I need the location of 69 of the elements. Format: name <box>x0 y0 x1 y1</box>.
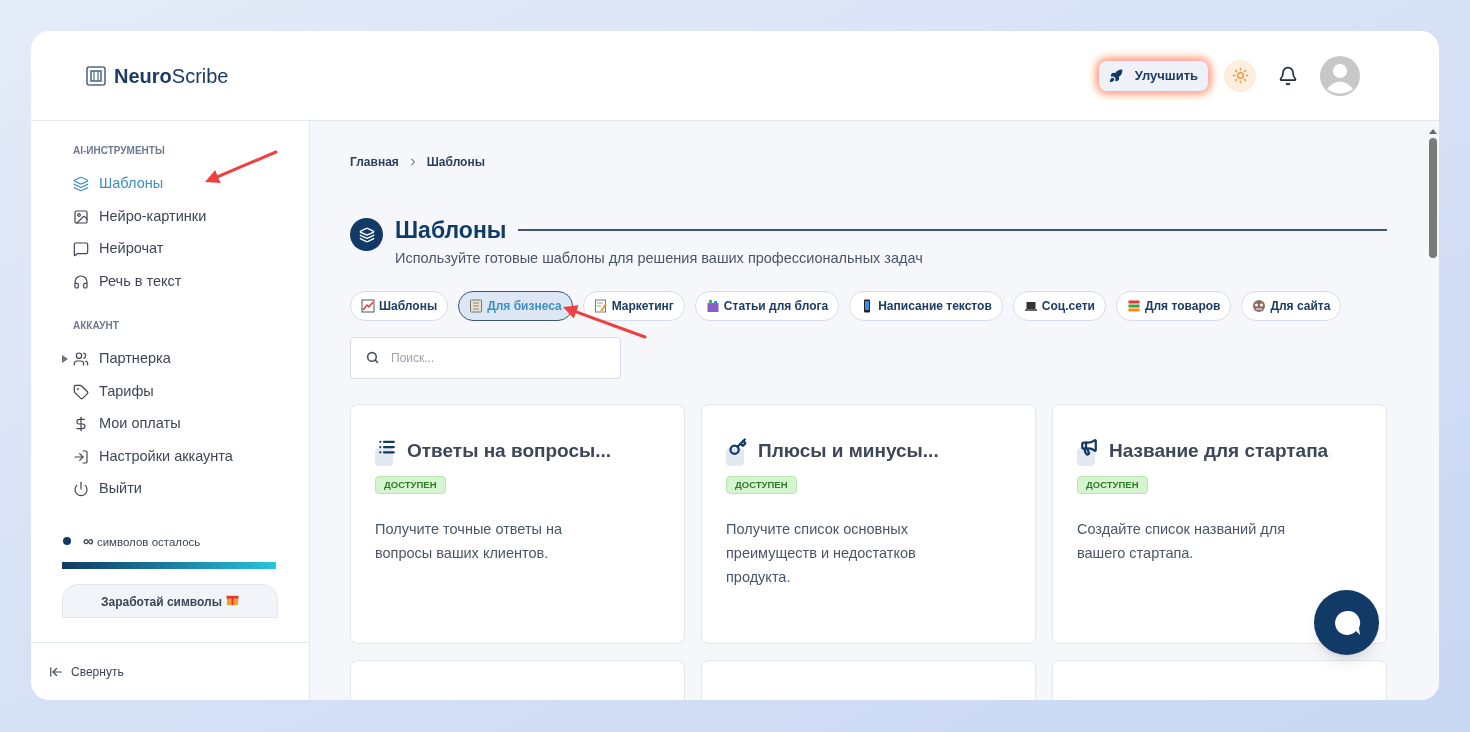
sun-icon <box>1231 67 1249 84</box>
gift-icon <box>225 593 239 606</box>
books-icon <box>1126 299 1141 314</box>
filter-chip[interactable]: Написание текстов <box>849 291 1003 322</box>
filter-chip[interactable]: Соц.сети <box>1012 291 1106 322</box>
sidebar-item[interactable]: Мои оплаты <box>73 413 181 436</box>
bag-icon <box>705 299 720 314</box>
upgrade-button[interactable]: Улучшить <box>1098 60 1208 91</box>
card-title: Плюсы и минусы... <box>758 439 939 464</box>
laptop-icon <box>1023 299 1038 314</box>
sidebar-item[interactable]: Шаблоны <box>73 173 164 196</box>
section-title: AI-ИНСТРУМЕНТЫ <box>73 144 166 158</box>
template-card[interactable]: Ответы на вопросы... ДОСТУПЕН Получите точные ответы на вопросы ваших клиентов. <box>350 404 685 645</box>
page-title: Шаблоны <box>395 216 507 245</box>
filter-chip[interactable]: Шаблоны <box>350 291 449 322</box>
earn-button[interactable]: Заработай символы <box>62 584 278 618</box>
card-title: Ответы на вопросы... <box>407 439 612 464</box>
sidebar-item[interactable]: Нейрочат <box>73 238 164 261</box>
card-description: Получите точные ответы на вопросы ваших клиентов. <box>375 519 564 563</box>
collapse-button[interactable]: Свернуть <box>49 662 124 681</box>
brand-name: NeuroScribe <box>114 63 229 89</box>
memo-icon <box>593 299 608 314</box>
status-badge: ДОСТУПЕН <box>726 475 797 494</box>
exit-icon <box>73 448 89 465</box>
breadcrumb[interactable]: Главная <box>350 153 399 171</box>
scroll-thumb[interactable] <box>1429 138 1437 258</box>
layers-icon <box>350 218 383 251</box>
avatar-icon[interactable] <box>1320 55 1360 96</box>
search-icon <box>366 351 379 365</box>
section-title: АККАУНТ <box>73 319 120 333</box>
sidebar-item[interactable]: Речь в текст <box>73 270 182 293</box>
headphones-icon <box>73 273 89 290</box>
sidebar-item[interactable]: Тарифы <box>73 380 154 403</box>
bell-icon <box>1278 65 1298 86</box>
expand-caret-icon[interactable] <box>62 355 68 364</box>
breadcrumb: Шаблоны <box>426 154 485 171</box>
power-icon <box>73 481 89 498</box>
layers-icon <box>73 176 89 193</box>
status-badge: ДОСТУПЕН <box>1077 475 1148 494</box>
template-card[interactable]: Плюсы и минусы... ДОСТУПЕН Получите список основных преимуществ и недостатков продукта. <box>701 404 1036 645</box>
filter-chip[interactable]: Для сайта <box>1241 291 1342 322</box>
logo-icon <box>86 65 106 86</box>
users-icon <box>73 351 89 368</box>
collapse-icon <box>49 664 63 679</box>
status-badge: ДОСТУПЕН <box>375 475 446 494</box>
card-title: Название для стартапа <box>1109 439 1329 464</box>
rocket-icon <box>1108 68 1123 83</box>
sidebar-item[interactable]: Выйти <box>73 478 142 501</box>
search-field[interactable]: Поиск... <box>350 337 621 380</box>
image-icon <box>73 208 89 225</box>
scroll-up-icon[interactable] <box>1429 129 1437 134</box>
sidebar-item[interactable]: Настройки аккаунта <box>73 445 233 468</box>
filter-chip[interactable]: Для товаров <box>1115 291 1232 322</box>
sidebar-item[interactable]: Партнерка <box>73 348 171 371</box>
page-subtitle: Используйте готовые шаблоны для решения ваших профессиональных задач <box>395 248 924 268</box>
dollar-icon <box>73 416 89 433</box>
notebook-icon <box>469 299 484 314</box>
tag-icon <box>73 383 89 400</box>
chart-icon <box>361 299 375 314</box>
template-card[interactable]: Название для стартапа ДОСТУПЕН Создайте список названий для вашего стартапа. <box>1052 404 1387 645</box>
card-description: Получите список основных преимуществ и недостатков продукта. <box>726 519 917 587</box>
mask-icon <box>1252 299 1267 314</box>
filter-chip[interactable]: Маркетинг <box>582 291 685 322</box>
theme-toggle[interactable] <box>1224 59 1256 92</box>
sidebar-item[interactable]: Нейро-картинки <box>73 205 207 228</box>
card-description: Создайте список названий для вашего стартапа. <box>1077 519 1287 563</box>
chat-icon <box>73 241 89 258</box>
filter-chip[interactable]: Статьи для блога <box>694 291 840 322</box>
quota-text: ∞ символов осталось <box>83 530 201 551</box>
